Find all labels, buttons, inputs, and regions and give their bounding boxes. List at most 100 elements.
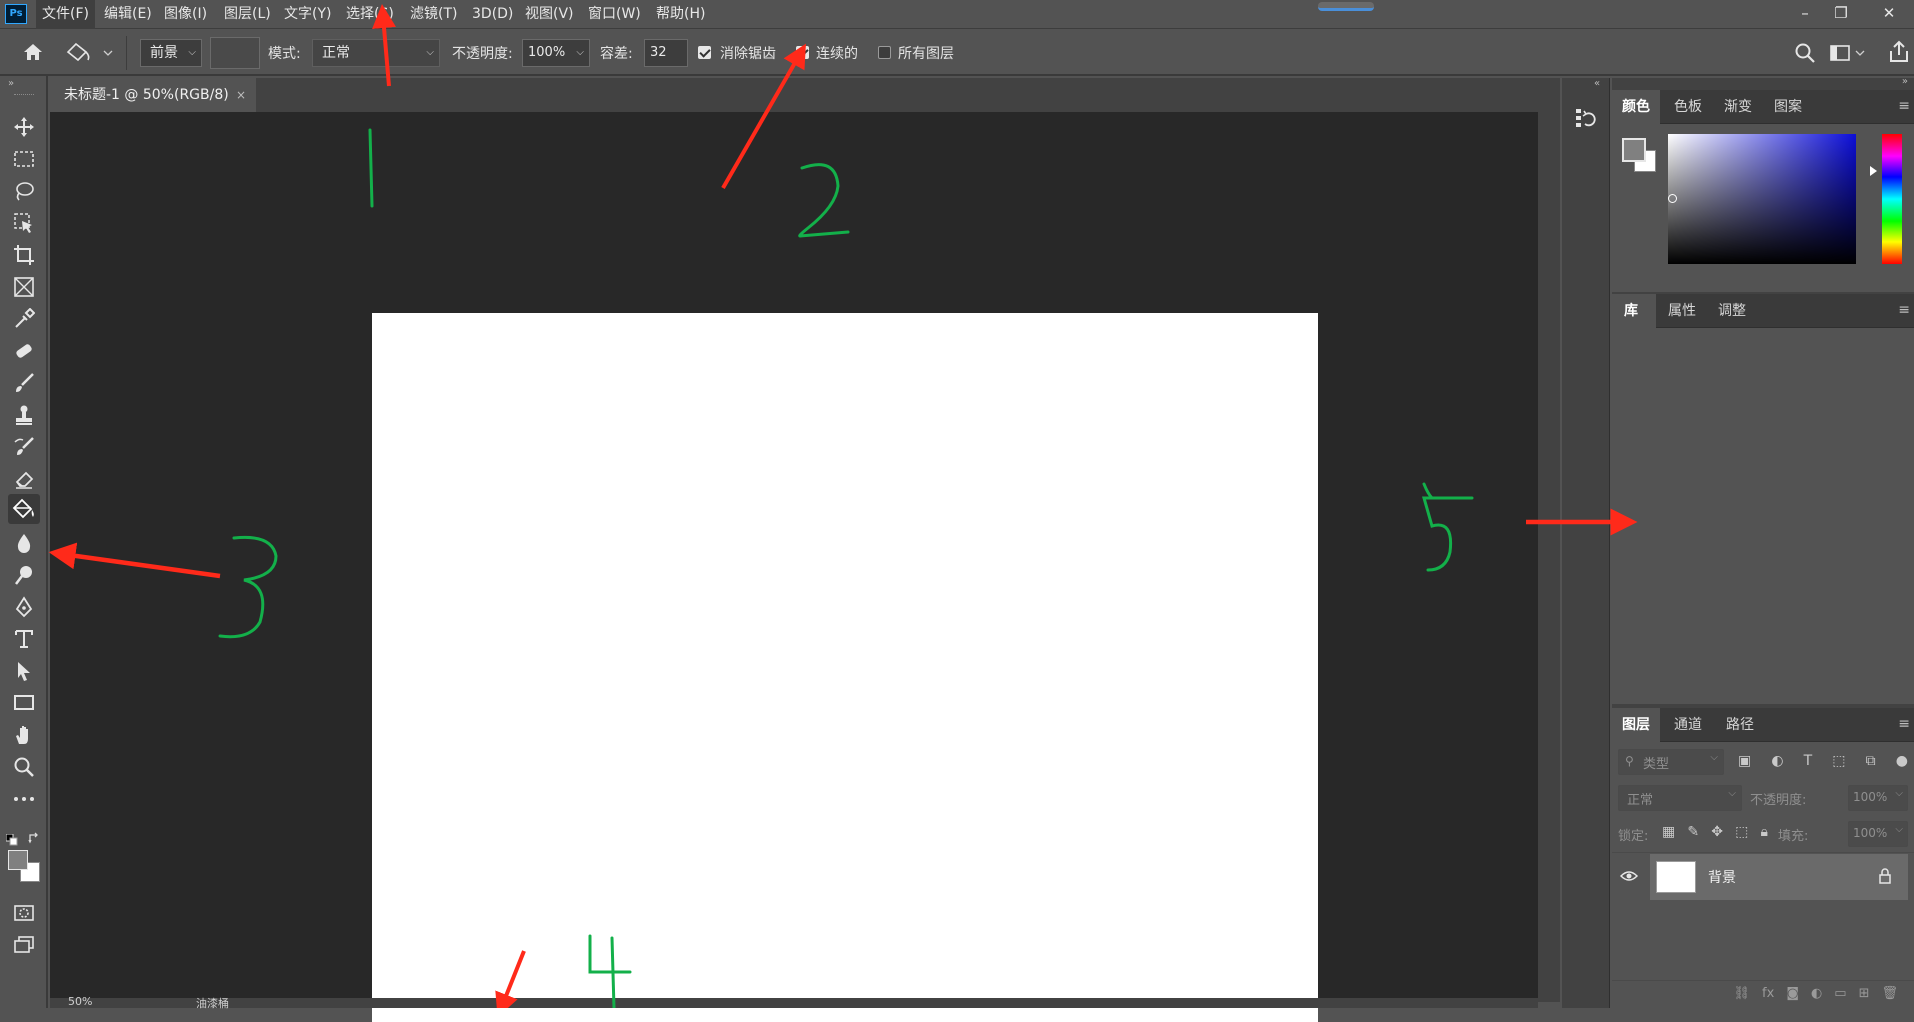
antialias-checkbox[interactable]: [698, 46, 711, 59]
type-tool-icon[interactable]: [8, 624, 40, 654]
layer-filter-select[interactable]: ⚲ 类型 ⌵: [1618, 749, 1724, 775]
menu-help[interactable]: 帮助(H): [650, 0, 711, 29]
fill-input[interactable]: 100% ⌵: [1848, 821, 1908, 847]
window-drag-handle[interactable]: [1318, 2, 1374, 11]
search-icon[interactable]: [1794, 42, 1816, 64]
document-canvas[interactable]: [372, 313, 1318, 1022]
tab-properties[interactable]: 属性: [1658, 294, 1706, 328]
history-panel-icon[interactable]: [1574, 106, 1598, 130]
panel-menu-icon[interactable]: ≡: [1898, 716, 1910, 732]
tab-paths[interactable]: 路径: [1716, 708, 1764, 742]
all-layers-checkbox[interactable]: [878, 46, 891, 59]
restore-button[interactable]: ❐: [1826, 0, 1856, 26]
close-document-icon[interactable]: ×: [236, 78, 246, 112]
tab-adjustments[interactable]: 调整: [1708, 294, 1756, 328]
lasso-tool-icon[interactable]: [8, 176, 40, 206]
layer-row[interactable]: 背景: [1612, 854, 1914, 902]
quick-mask-icon[interactable]: [8, 898, 40, 928]
menu-type[interactable]: 文字(Y): [278, 0, 337, 29]
healing-brush-tool-icon[interactable]: [8, 336, 40, 366]
crop-tool-icon[interactable]: [8, 240, 40, 270]
marquee-tool-icon[interactable]: [8, 144, 40, 174]
tab-swatches[interactable]: 色板: [1664, 90, 1712, 124]
menu-image[interactable]: 图像(I): [158, 0, 213, 29]
lock-pixels-icon[interactable]: ✎: [1687, 824, 1699, 840]
color-field[interactable]: [1668, 134, 1856, 264]
menu-window[interactable]: 窗口(W): [582, 0, 647, 29]
brush-tool-icon[interactable]: [8, 368, 40, 398]
zoom-level[interactable]: 50%: [68, 995, 92, 1008]
panel-menu-icon[interactable]: ≡: [1898, 98, 1910, 114]
home-icon[interactable]: [22, 42, 44, 62]
color-panel-swatches[interactable]: [1622, 138, 1660, 174]
pen-tool-icon[interactable]: [8, 592, 40, 622]
lock-artboard-icon[interactable]: ⬚: [1735, 824, 1748, 840]
filter-pixel-icon[interactable]: ▣: [1738, 753, 1751, 771]
delete-layer-icon[interactable]: 🗑︎: [1881, 981, 1898, 1008]
menu-edit[interactable]: 编辑(E): [98, 0, 158, 29]
more-tools-icon[interactable]: [8, 784, 40, 814]
default-colors-icon[interactable]: [6, 834, 18, 846]
contiguous-checkbox[interactable]: [796, 46, 809, 59]
link-layers-icon[interactable]: ⛓: [1734, 981, 1751, 1008]
layer-style-icon[interactable]: fx: [1762, 981, 1774, 1008]
menu-view[interactable]: 视图(V): [519, 0, 580, 29]
new-adjustment-icon[interactable]: ◐: [1811, 981, 1822, 1008]
menu-select[interactable]: 选择(S): [340, 0, 400, 29]
menu-filter[interactable]: 滤镜(T): [404, 0, 463, 29]
swap-colors-icon[interactable]: [28, 832, 40, 844]
collapse-toolbar-icon[interactable]: »: [8, 78, 14, 89]
fill-source-select[interactable]: 前景 ⌵: [140, 39, 202, 67]
filter-smart-object-icon[interactable]: ⧉: [1866, 753, 1876, 771]
add-mask-icon[interactable]: ◙: [1786, 981, 1799, 1008]
filter-adjustment-icon[interactable]: ◐: [1771, 753, 1783, 771]
screen-mode-icon[interactable]: [8, 930, 40, 960]
eraser-tool-icon[interactable]: [8, 464, 40, 494]
hue-slider[interactable]: [1882, 134, 1902, 264]
move-tool-icon[interactable]: [8, 112, 40, 142]
workspace-icon[interactable]: [1830, 43, 1866, 63]
lock-all-icon[interactable]: 🔒︎: [1761, 824, 1768, 840]
eye-icon[interactable]: [1620, 869, 1638, 883]
close-button[interactable]: ✕: [1874, 0, 1904, 26]
pattern-picker[interactable]: [210, 37, 260, 69]
menu-3d[interactable]: 3D(D): [466, 0, 519, 29]
vertical-scrollbar[interactable]: [1538, 112, 1560, 1002]
filter-toggle-icon[interactable]: ●: [1896, 753, 1908, 771]
foreground-background-swatches[interactable]: [8, 850, 44, 882]
filter-shape-icon[interactable]: ⬚: [1832, 753, 1845, 771]
menu-file[interactable]: 文件(F): [36, 0, 95, 29]
filter-type-icon[interactable]: T: [1804, 753, 1813, 771]
history-brush-tool-icon[interactable]: [8, 432, 40, 462]
tab-libraries[interactable]: 库: [1612, 294, 1656, 328]
menu-layer[interactable]: 图层(L): [218, 0, 277, 29]
tab-gradients[interactable]: 渐变: [1714, 90, 1762, 124]
tab-channels[interactable]: 通道: [1664, 708, 1712, 742]
rectangle-tool-icon[interactable]: [8, 688, 40, 718]
opacity-input[interactable]: 100% ⌵: [522, 39, 590, 67]
clone-stamp-tool-icon[interactable]: [8, 400, 40, 430]
tolerance-input[interactable]: 32: [644, 39, 688, 67]
new-group-icon[interactable]: ▭: [1834, 981, 1846, 1008]
collapse-dock-icon[interactable]: «: [1594, 78, 1600, 89]
object-selection-tool-icon[interactable]: [8, 208, 40, 238]
new-layer-icon[interactable]: ⊞: [1859, 981, 1870, 1008]
hue-slider-marker[interactable]: [1870, 166, 1877, 176]
panel-menu-icon[interactable]: ≡: [1898, 302, 1910, 318]
minimize-button[interactable]: –: [1790, 0, 1820, 26]
blend-mode-select[interactable]: 正常 ⌵: [312, 39, 440, 67]
frame-tool-icon[interactable]: [8, 272, 40, 302]
lock-transparency-icon[interactable]: ▦: [1662, 824, 1675, 840]
document-workspace[interactable]: [50, 112, 1560, 1022]
share-icon[interactable]: [1888, 40, 1910, 64]
document-tab[interactable]: 未标题-1 @ 50%(RGB/8) ×: [50, 78, 256, 112]
zoom-tool-icon[interactable]: [8, 752, 40, 782]
layer-blend-mode-select[interactable]: 正常 ⌵: [1618, 785, 1742, 811]
tab-color[interactable]: 颜色: [1612, 90, 1660, 124]
layer-opacity-input[interactable]: 100% ⌵: [1848, 785, 1908, 811]
path-selection-tool-icon[interactable]: [8, 656, 40, 686]
eyedropper-tool-icon[interactable]: [8, 304, 40, 334]
tool-preset-picker[interactable]: [64, 40, 114, 66]
tab-layers[interactable]: 图层: [1612, 708, 1660, 742]
tab-patterns[interactable]: 图案: [1764, 90, 1812, 124]
